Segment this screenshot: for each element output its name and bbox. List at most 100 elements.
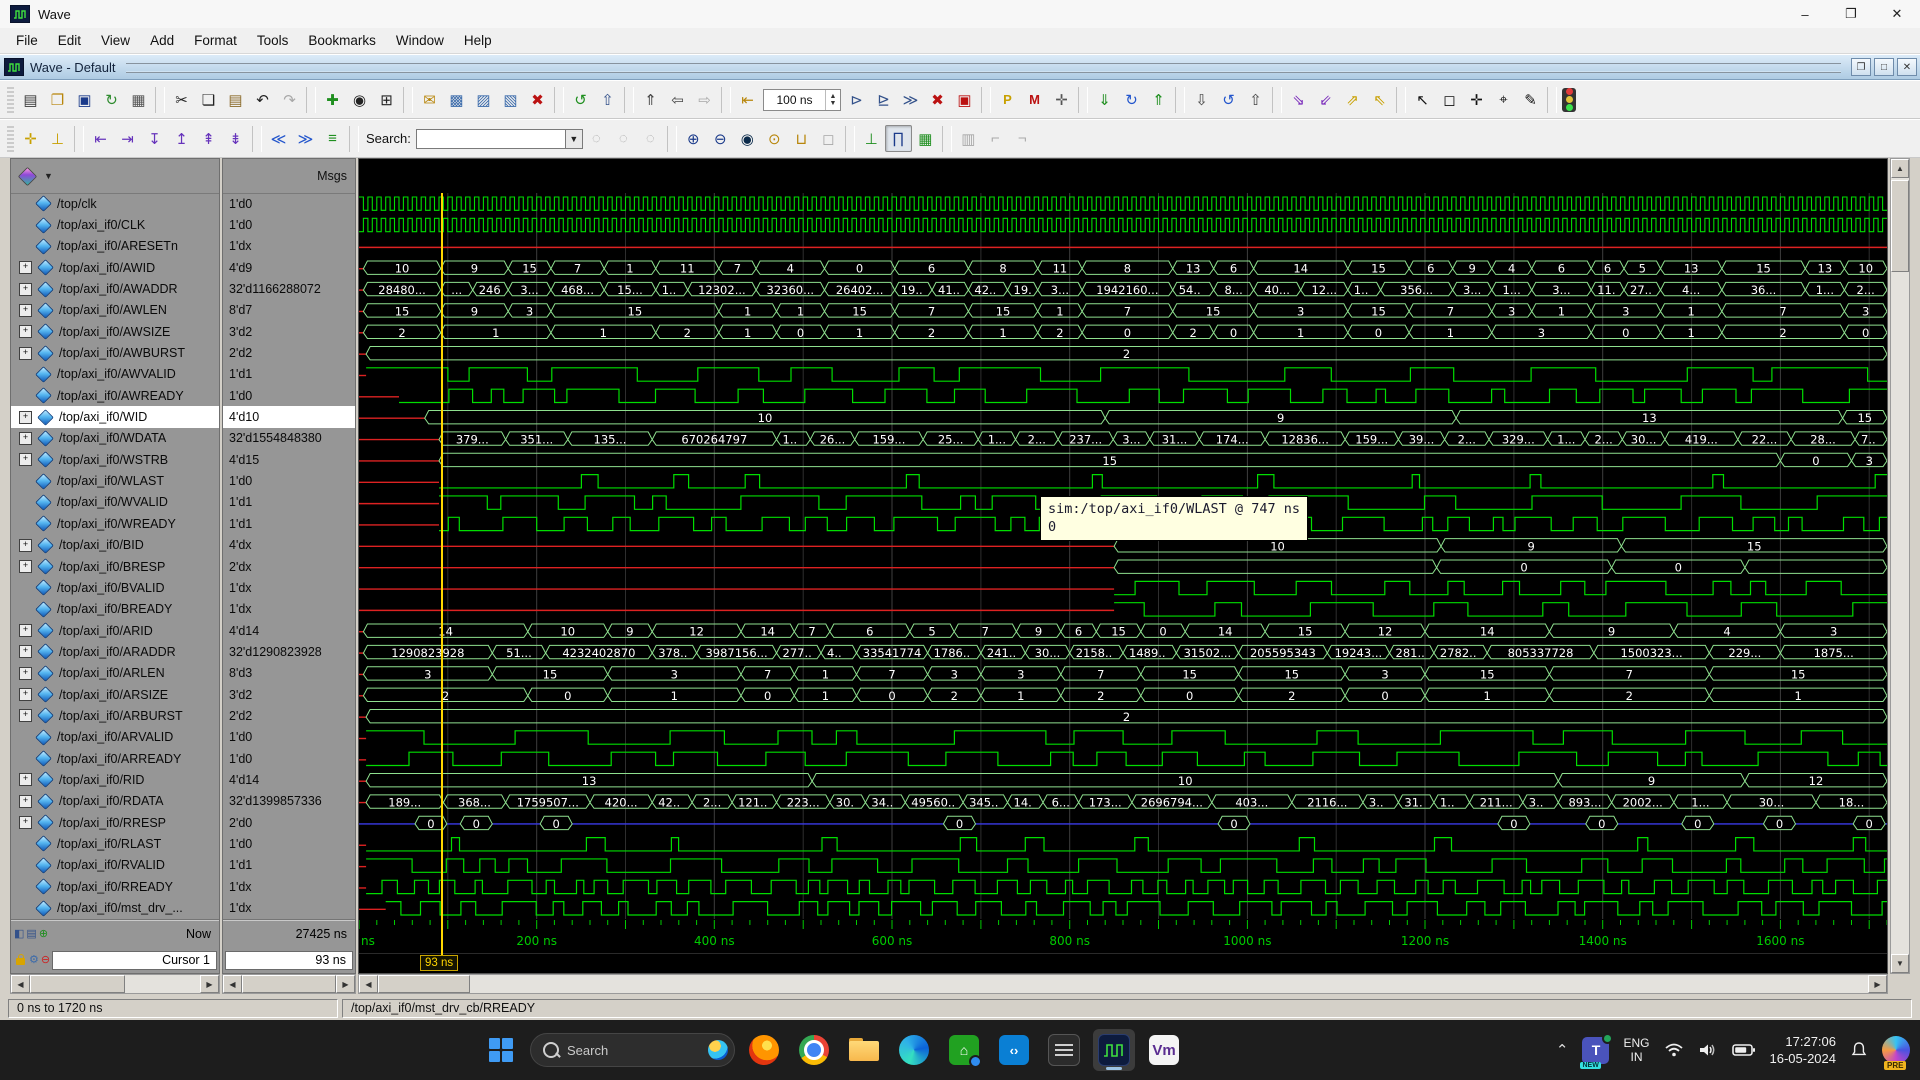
reload-design-icon[interactable]: ↺ xyxy=(567,86,594,113)
find-next-falling-edge-icon[interactable]: ↥ xyxy=(168,125,195,152)
add-cursor-icon[interactable]: ✛ xyxy=(17,125,44,152)
signal-row[interactable]: /top/axi_if0/ARREADY xyxy=(11,748,219,769)
run-icon[interactable]: ⊳ xyxy=(843,86,870,113)
values-scroll-thumb[interactable] xyxy=(242,975,336,993)
signal-row[interactable]: +/top/axi_if0/RRESP xyxy=(11,812,219,833)
signal-row[interactable]: /top/axi_if0/CLK xyxy=(11,214,219,235)
signal-row[interactable]: /top/axi_if0/ARVALID xyxy=(11,727,219,748)
move-up-icon[interactable]: ⇑ xyxy=(637,86,664,113)
signal-row[interactable]: +/top/axi_if0/WID xyxy=(11,406,219,427)
run-continue-icon[interactable]: ⊵ xyxy=(870,86,897,113)
chrome-icon[interactable] xyxy=(793,1029,835,1071)
find-icon[interactable]: ◉ xyxy=(346,86,373,113)
wave-compare-icon[interactable]: ▩ xyxy=(443,86,470,113)
modelsim-icon[interactable] xyxy=(1093,1029,1135,1071)
menu-help[interactable]: Help xyxy=(454,30,502,51)
expand-icon[interactable]: + xyxy=(19,304,32,317)
find-previous-rising-edge-icon[interactable]: ⇞ xyxy=(195,125,222,152)
memory-profile-icon[interactable]: M xyxy=(1021,86,1048,113)
zoom-out-icon[interactable]: ⊖ xyxy=(707,125,734,152)
paste-wave-icon[interactable]: ⇧ xyxy=(594,86,621,113)
waveform-canvas[interactable]: 1091571117406811813614156946651315131028… xyxy=(358,158,1888,974)
copilot-icon[interactable]: PRE xyxy=(1882,1036,1910,1064)
notification-bell-icon[interactable] xyxy=(1850,1041,1868,1059)
questa-vm-icon[interactable]: Vm xyxy=(1143,1029,1185,1071)
promote-icon[interactable]: ⇑ xyxy=(1145,86,1172,113)
wave-delete-icon[interactable]: ✖ xyxy=(524,86,551,113)
expand-icon[interactable]: + xyxy=(19,773,32,786)
maximize-button[interactable]: ❐ xyxy=(1828,0,1874,28)
signal-row[interactable]: /top/axi_if0/AWVALID xyxy=(11,364,219,385)
wave-vertical-scrollbar[interactable]: ▲ ▼ xyxy=(1890,158,1910,974)
names-scroll-thumb[interactable] xyxy=(30,975,125,993)
signal-row[interactable]: +/top/axi_if0/RID xyxy=(11,769,219,790)
menu-edit[interactable]: Edit xyxy=(48,30,91,51)
new-file-icon[interactable]: ▤ xyxy=(17,86,44,113)
rerun-icon[interactable]: ↻ xyxy=(1118,86,1145,113)
signal-row[interactable]: +/top/axi_if0/BRESP xyxy=(11,556,219,577)
next-event-icon[interactable]: ⇩ xyxy=(1188,86,1215,113)
expand-icon[interactable]: + xyxy=(19,347,32,360)
wave-scroll-thumb[interactable] xyxy=(378,975,470,993)
paste-icon[interactable]: ▤ xyxy=(222,86,249,113)
run-all-icon[interactable]: ≫ xyxy=(897,86,924,113)
edge-icon[interactable] xyxy=(893,1029,935,1071)
select-pointer-icon[interactable]: ↖ xyxy=(1409,86,1436,113)
find-previous-falling-edge-icon[interactable]: ↧ xyxy=(141,125,168,152)
store-icon[interactable]: ⌂ xyxy=(943,1029,985,1071)
block-view-icon[interactable]: ∏ xyxy=(885,125,912,152)
taskbar-search-pill[interactable]: Search xyxy=(530,1033,735,1067)
start-icon[interactable] xyxy=(480,1029,522,1071)
menu-format[interactable]: Format xyxy=(184,30,247,51)
clock-indicator[interactable]: 17:27:06 16-05-2024 xyxy=(1770,1033,1837,1067)
remove-cursor-icon[interactable]: ⊖ xyxy=(41,955,50,966)
signal-row[interactable]: /top/axi_if0/BREADY xyxy=(11,599,219,620)
signal-row[interactable]: /top/axi_if0/RVALID xyxy=(11,855,219,876)
wave-horizontal-scrollbar[interactable]: ◀ ▶ xyxy=(358,974,1888,994)
cursor-step-down-icon[interactable]: ⇘ xyxy=(1285,86,1312,113)
signal-row[interactable]: /top/axi_if0/mst_drv_... xyxy=(11,897,219,918)
scroll-left-icon[interactable]: ◀ xyxy=(11,975,30,993)
signal-row[interactable]: +/top/axi_if0/AWADDR xyxy=(11,278,219,299)
restart-icon[interactable]: ⇤ xyxy=(734,86,761,113)
cursor-track[interactable] xyxy=(359,953,1888,974)
scroll-right-icon[interactable]: ▶ xyxy=(200,975,219,993)
expand-icon[interactable]: + xyxy=(19,560,32,573)
timeline-ruler[interactable]: ns200 ns400 ns600 ns800 ns1000 ns1200 ns… xyxy=(359,919,1888,953)
rotate-icon[interactable]: ↺ xyxy=(1215,86,1242,113)
menu-bookmarks[interactable]: Bookmarks xyxy=(298,30,386,51)
grid-view-icon[interactable]: ▦ xyxy=(912,125,939,152)
file-explorer-icon[interactable] xyxy=(843,1029,885,1071)
scroll-left-icon[interactable]: ◀ xyxy=(223,975,242,993)
signal-row[interactable]: +/top/axi_if0/RDATA xyxy=(11,791,219,812)
find-next-transition-icon[interactable]: ⇥ xyxy=(114,125,141,152)
close-icon[interactable]: ✕ xyxy=(1897,58,1917,76)
wrench-icon[interactable]: ⚙ xyxy=(29,955,39,966)
signal-row[interactable]: +/top/axi_if0/ARLEN xyxy=(11,663,219,684)
edit-mode-icon[interactable]: ✎ xyxy=(1517,86,1544,113)
spinner-arrows-icon[interactable]: ▲▼ xyxy=(825,90,840,110)
scroll-right-icon[interactable]: ▶ xyxy=(336,975,355,993)
examine-icon[interactable]: ✛ xyxy=(1048,86,1075,113)
scroll-right-icon[interactable]: ▶ xyxy=(1868,975,1887,993)
cursor-step-back-icon[interactable]: ⇙ xyxy=(1312,86,1339,113)
expand-all-icon[interactable]: ≡ xyxy=(319,125,346,152)
signal-row[interactable]: /top/axi_if0/ARESETn xyxy=(11,236,219,257)
cursor-value-cell[interactable]: 93 ns xyxy=(225,951,353,970)
signal-row[interactable]: +/top/axi_if0/AWID xyxy=(11,257,219,278)
expand-icon[interactable]: + xyxy=(19,709,32,722)
cursor-free-icon[interactable]: ⇖ xyxy=(1366,86,1393,113)
search-input[interactable] xyxy=(416,129,566,149)
signal-row[interactable]: /top/axi_if0/WLAST xyxy=(11,470,219,491)
zoom-select-mode-icon[interactable]: ◻ xyxy=(1436,86,1463,113)
minimize-button[interactable]: – xyxy=(1782,0,1828,28)
expand-icon[interactable]: + xyxy=(19,261,32,274)
copy-icon[interactable]: ❏ xyxy=(195,86,222,113)
select-all-icon[interactable]: ◧ xyxy=(14,929,24,940)
expand-icon[interactable]: + xyxy=(19,432,32,445)
scroll-down-icon[interactable]: ▼ xyxy=(1891,954,1909,973)
delete-cursor-icon[interactable]: ⊥ xyxy=(44,125,71,152)
menu-view[interactable]: View xyxy=(91,30,140,51)
open-icon[interactable]: ❐ xyxy=(44,86,71,113)
names-horizontal-scrollbar[interactable]: ◀ ▶ xyxy=(10,974,220,994)
